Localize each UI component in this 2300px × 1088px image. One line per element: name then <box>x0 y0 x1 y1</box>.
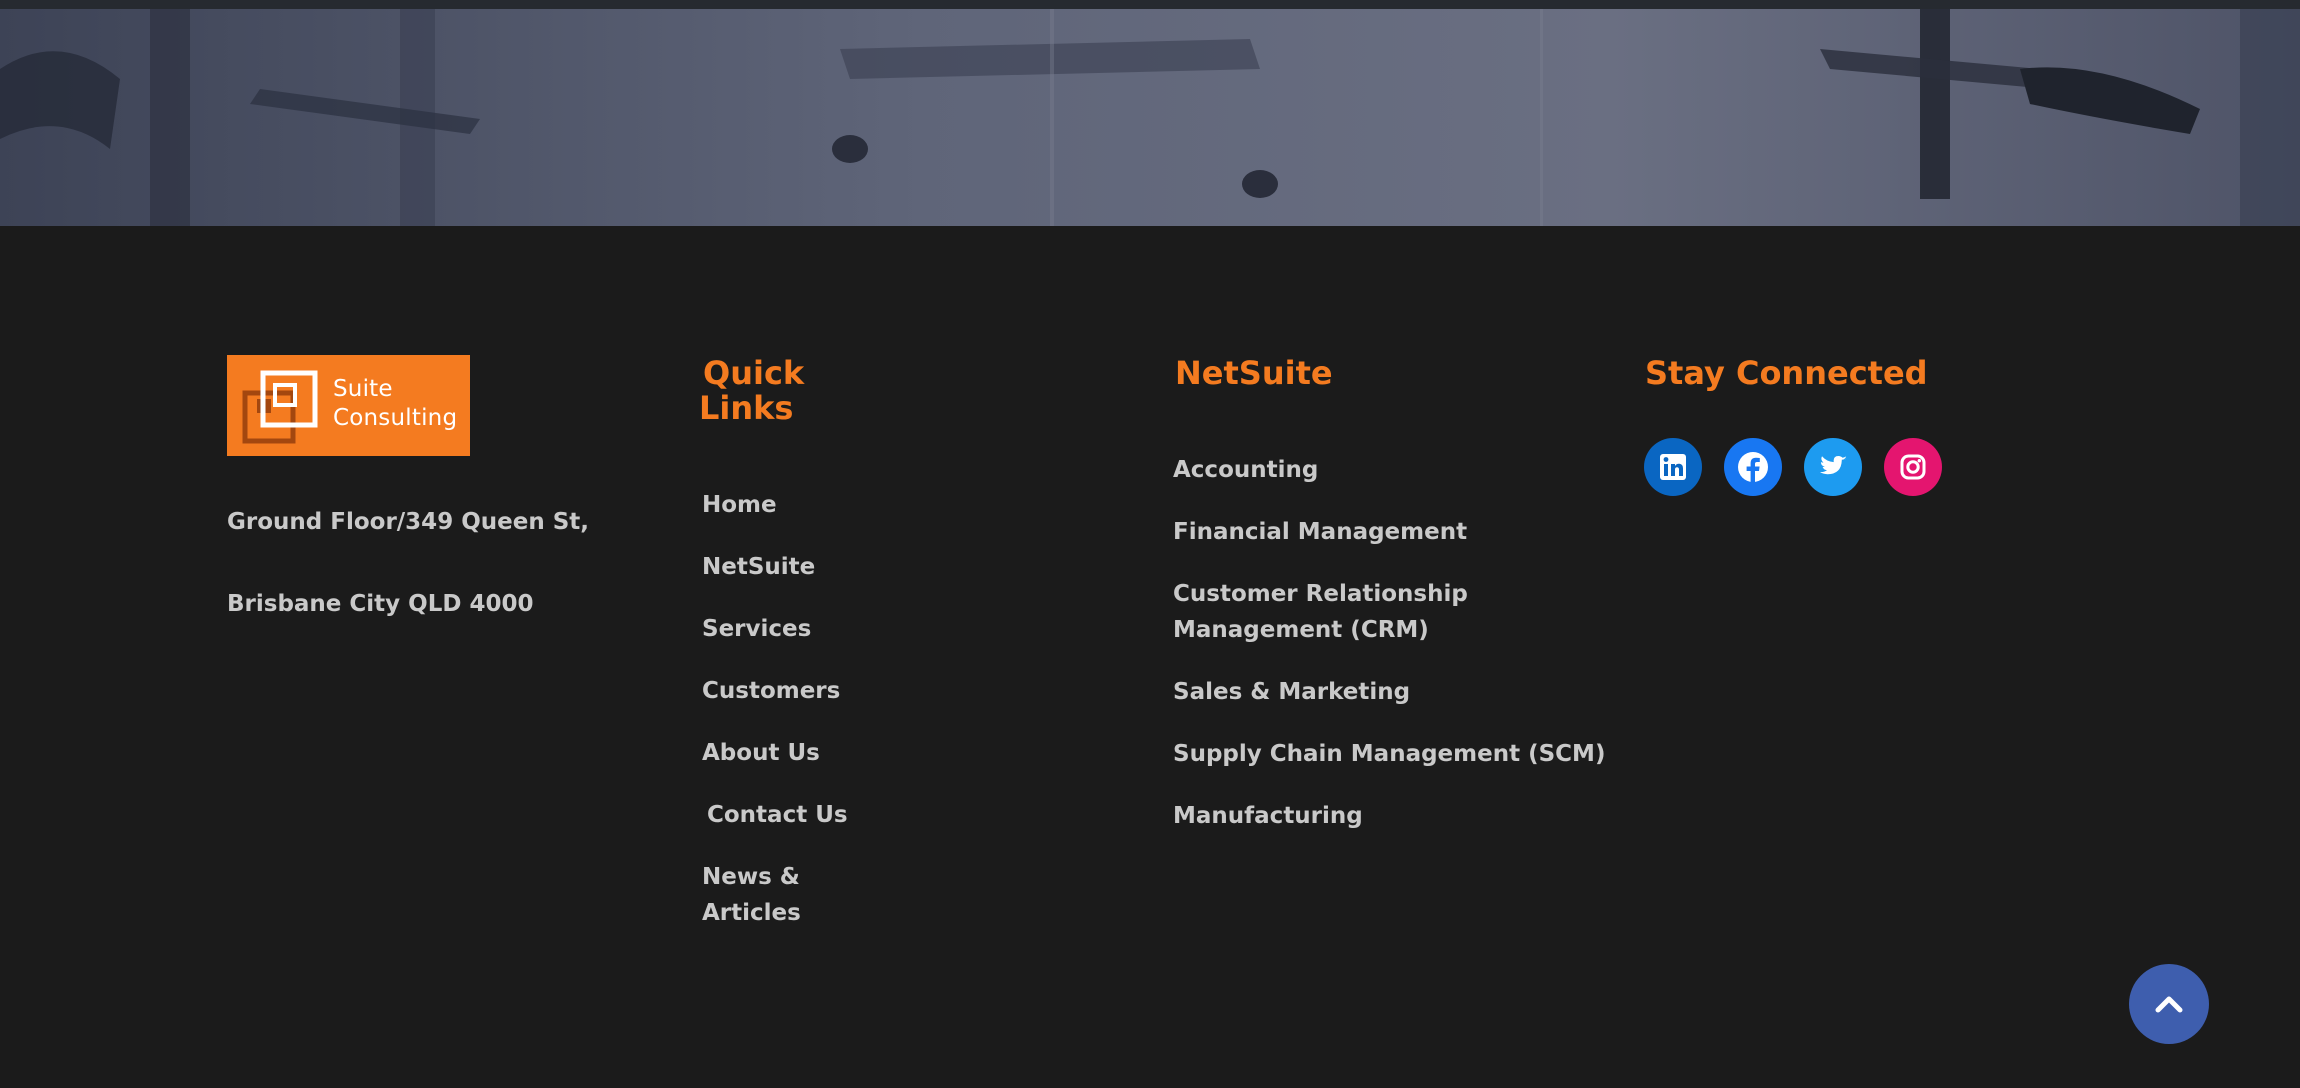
office-floor-photo <box>0 9 2300 226</box>
address-line-2: Brisbane City QLD 4000 <box>227 591 534 617</box>
crm-line-1: Customer Relationship <box>1173 581 1468 607</box>
netsuite-link-sales-marketing[interactable]: Sales & Marketing <box>1173 674 1410 710</box>
logo-text: Suite Consulting <box>333 375 457 433</box>
instagram-icon <box>1900 454 1926 480</box>
news-articles-line-1: News & <box>702 864 800 890</box>
hero-banner-image <box>0 9 2300 226</box>
stay-connected-heading: Stay Connected <box>1645 354 1928 392</box>
netsuite-link-manufacturing[interactable]: Manufacturing <box>1173 798 1363 834</box>
news-articles-line-2: Articles <box>702 900 801 926</box>
twitter-button[interactable] <box>1804 438 1862 496</box>
quick-link-customers[interactable]: Customers <box>702 673 840 709</box>
chevron-up-icon <box>2155 996 2183 1013</box>
quick-links-heading-line-1: Quick <box>703 354 805 392</box>
twitter-icon <box>1820 456 1847 475</box>
quick-link-news-articles[interactable]: News & Articles <box>702 859 801 931</box>
netsuite-link-crm[interactable]: Customer Relationship Management (CRM) <box>1173 576 1468 648</box>
quick-links-heading-line-2: Links <box>699 389 794 427</box>
netsuite-link-financial-management[interactable]: Financial Management <box>1173 514 1467 550</box>
back-to-top-button[interactable] <box>2129 964 2209 1044</box>
facebook-icon <box>1738 452 1768 483</box>
crm-line-2: Management (CRM) <box>1173 617 1429 643</box>
netsuite-heading: NetSuite <box>1175 354 1333 392</box>
address-line-1: Ground Floor/349 Queen St, <box>227 509 590 535</box>
linkedin-button[interactable] <box>1644 438 1702 496</box>
logo-line-2: Consulting <box>333 405 458 431</box>
netsuite-link-accounting[interactable]: Accounting <box>1173 452 1318 488</box>
quick-link-about-us[interactable]: About Us <box>702 735 820 771</box>
facebook-button[interactable] <box>1724 438 1782 496</box>
instagram-button[interactable] <box>1884 438 1942 496</box>
quick-link-contact-us[interactable]: Contact Us <box>707 797 848 833</box>
suite-consulting-logo[interactable]: Suite Consulting <box>227 355 470 456</box>
linkedin-icon <box>1660 454 1686 480</box>
top-bar <box>0 0 2300 9</box>
netsuite-link-scm[interactable]: Supply Chain Management (SCM) <box>1173 736 1605 772</box>
logo-line-1: Suite <box>333 376 393 402</box>
quick-link-services[interactable]: Services <box>702 611 811 647</box>
quick-link-home[interactable]: Home <box>702 487 777 523</box>
quick-link-netsuite[interactable]: NetSuite <box>702 549 815 585</box>
